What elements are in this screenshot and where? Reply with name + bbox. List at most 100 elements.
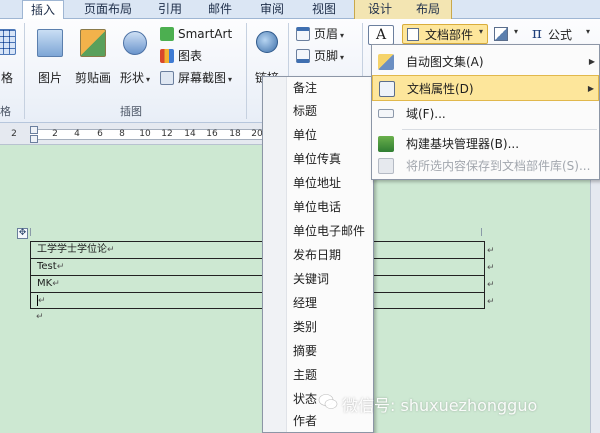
chevron-down-icon: ▾ <box>478 27 483 36</box>
property-item[interactable]: 备注 <box>263 77 373 100</box>
quick-parts-menu: 自动图文集(A) ▶ 文档属性(D) ▶ 域(F)... 构建基块管理器(B).… <box>371 44 600 180</box>
group-separator <box>246 23 247 119</box>
footer-icon <box>296 49 310 63</box>
ruler-number: 16 <box>206 129 218 139</box>
shapes-label: 形状 ▾ <box>119 71 151 85</box>
ruler-number: 2 <box>52 129 58 139</box>
table-icon <box>0 29 16 55</box>
tab-design[interactable]: 设计 <box>360 0 400 19</box>
ruler-number: 6 <box>97 129 103 139</box>
property-item[interactable]: 单位电话 <box>263 196 373 219</box>
chevron-right-icon: ▶ <box>588 57 595 66</box>
ruler-number: 8 <box>119 129 125 139</box>
picture-label: 图片 <box>37 71 62 85</box>
smartart-icon <box>160 27 174 41</box>
group-separator <box>24 23 25 119</box>
menu-item-document-property[interactable]: 文档属性(D) ▶ <box>372 75 599 101</box>
tab-mailings[interactable]: 邮件 <box>200 0 240 19</box>
table-row[interactable]: MK↵ <box>31 276 484 293</box>
illustrations-group-label: 插图 <box>120 105 142 118</box>
row-end-mark: ↵ <box>487 280 495 290</box>
watermark-text: 微信号: shuxuezhongguo <box>342 396 538 415</box>
tab-layout[interactable]: 布局 <box>408 0 448 19</box>
property-item[interactable]: 发布日期 <box>263 244 373 267</box>
picture-icon <box>37 29 63 57</box>
ribbon-tab-bar: 插入 页面布局 引用 邮件 审阅 视图 设计 布局 <box>0 0 600 20</box>
property-item[interactable]: 单位地址 <box>263 172 373 195</box>
signature-icon <box>494 27 508 41</box>
row-end-mark: ↵ <box>487 297 495 307</box>
tab-references[interactable]: 引用 <box>150 0 190 19</box>
property-item[interactable]: 经理 <box>263 292 373 315</box>
ruler-number: 10 <box>139 129 151 139</box>
property-item[interactable]: 单位传真 <box>263 148 373 171</box>
property-item[interactable]: 主题 <box>263 364 373 387</box>
chevron-right-icon: ▶ <box>587 84 594 93</box>
document-property-icon <box>379 81 395 97</box>
document-property-submenu: 备注 标题 单位 单位传真 单位地址 单位电话 单位电子邮件 发布日期 关键词 … <box>262 76 374 433</box>
table-button[interactable]: 格 <box>0 25 20 85</box>
equation-button[interactable]: π 公式 ▾ <box>530 24 596 44</box>
save-selection-icon <box>378 158 394 174</box>
hanging-indent-marker[interactable] <box>30 135 38 143</box>
signature-line-button[interactable]: ▾ <box>494 26 522 44</box>
footer-button[interactable]: 页脚 ▾ <box>294 47 344 65</box>
header-button[interactable]: 页眉 ▾ <box>294 25 344 43</box>
tables-group-label: 格 <box>0 105 11 118</box>
table-row[interactable]: ↵ <box>31 293 484 310</box>
shapes-button[interactable]: 形状 ▾ <box>116 25 154 85</box>
clip-art-label: 剪贴画 <box>74 71 111 85</box>
property-item[interactable]: 单位 <box>263 124 373 147</box>
link-icon <box>256 31 278 53</box>
wechat-icon <box>318 394 338 409</box>
ruler-number: 4 <box>74 129 80 139</box>
ruler-number: 12 <box>161 129 173 139</box>
chevron-down-icon: ▾ <box>514 27 519 36</box>
property-item[interactable]: 关键词 <box>263 268 373 291</box>
clip-art-icon <box>80 29 106 57</box>
field-icon <box>378 109 394 118</box>
ruler-number: 14 <box>184 129 196 139</box>
tab-review[interactable]: 审阅 <box>252 0 292 19</box>
autotext-icon <box>378 54 394 70</box>
table-row[interactable]: 工学学士学位论↵ <box>31 242 484 259</box>
paragraph-mark: ↵ <box>36 312 44 322</box>
picture-button[interactable]: 图片 <box>32 25 68 85</box>
tab-insert[interactable]: 插入 <box>22 0 64 20</box>
header-icon <box>296 27 310 41</box>
text-box-icon: A <box>368 25 394 45</box>
quick-parts-icon <box>407 28 419 41</box>
property-item[interactable]: 单位电子邮件 <box>263 220 373 243</box>
property-item[interactable]: 类别 <box>263 316 373 339</box>
clip-art-button[interactable]: 剪贴画 <box>72 25 114 85</box>
menu-separator <box>402 129 597 130</box>
quick-parts-button[interactable]: 文档部件 ▾ <box>402 24 488 44</box>
menu-item-field[interactable]: 域(F)... <box>372 101 599 127</box>
chevron-down-icon: ▾ <box>586 27 591 36</box>
shapes-icon <box>123 31 147 55</box>
chart-button[interactable]: 图表 <box>158 47 202 65</box>
row-end-mark: ↵ <box>487 263 495 273</box>
table-row[interactable]: Test↵ <box>31 259 484 276</box>
tab-page-layout[interactable]: 页面布局 <box>76 0 140 19</box>
table-move-handle[interactable]: ✥ <box>17 228 28 239</box>
smartart-button[interactable]: SmartArt <box>158 25 232 43</box>
ruler-number: 18 <box>229 129 241 139</box>
margin-corner-mark <box>30 228 31 236</box>
screenshot-icon <box>160 71 174 85</box>
table-label: 格 <box>0 71 13 85</box>
pi-icon: π <box>532 24 542 42</box>
document-table[interactable]: 工学学士学位论↵ Test↵ MK↵ ↵ <box>30 241 485 309</box>
row-end-mark: ↵ <box>487 246 495 256</box>
chart-icon <box>160 49 174 63</box>
margin-corner-mark <box>481 228 482 236</box>
property-item[interactable]: 摘要 <box>263 340 373 363</box>
menu-item-autotext[interactable]: 自动图文集(A) ▶ <box>372 49 599 75</box>
text-box-button[interactable]: A <box>366 23 396 45</box>
ruler-number: 2 <box>11 129 17 139</box>
screenshot-button[interactable]: 屏幕截图 ▾ <box>158 69 232 87</box>
indent-marker[interactable] <box>30 126 38 134</box>
property-item[interactable]: 标题 <box>263 100 373 123</box>
menu-item-save-selection[interactable]: 将所选内容保存到文档部件库(S)... <box>372 153 599 179</box>
tab-view[interactable]: 视图 <box>304 0 344 19</box>
